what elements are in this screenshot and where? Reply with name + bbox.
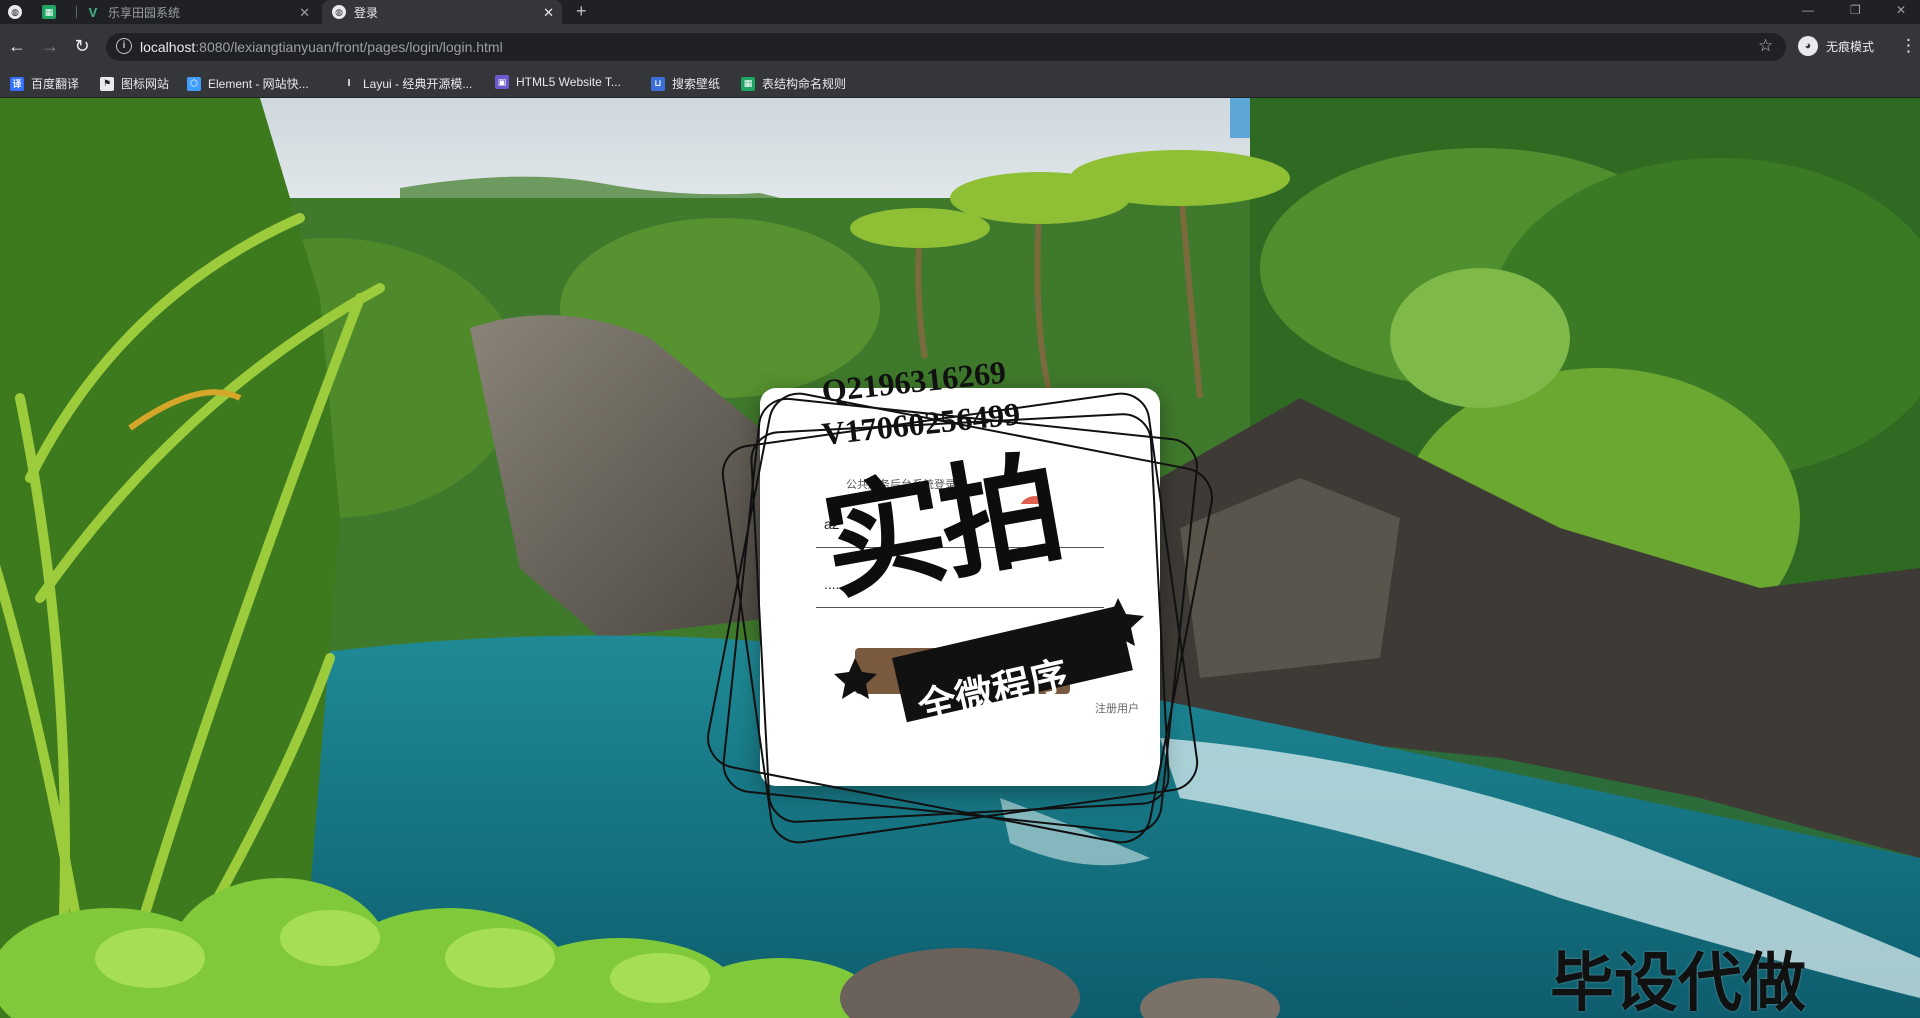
- bookmark-label: 百度翻译: [31, 77, 80, 91]
- bookmark-label: Element - 网站快...: [208, 77, 309, 91]
- sheet-icon: ▦: [42, 5, 56, 19]
- iconfont-icon: ⚑: [100, 76, 114, 91]
- bookmark-table-naming[interactable]: ▦ 表结构命名规则: [741, 75, 846, 92]
- tab-lexiang[interactable]: V 乐享田园系统 ✕: [86, 0, 318, 24]
- bookmark-layui[interactable]: ⅼ Layui - 经典开源模...: [342, 75, 472, 92]
- element-icon: ⬡: [187, 76, 201, 91]
- incognito-label: 无痕模式: [1826, 39, 1875, 54]
- bookmark-baidu-translate[interactable]: 译 百度翻译: [10, 75, 79, 92]
- bookmark-label: 搜索壁纸: [672, 77, 721, 91]
- window-close-icon[interactable]: ✕: [1896, 0, 1906, 24]
- html5-icon: ▣: [495, 75, 509, 89]
- register-link[interactable]: 注册用户: [1095, 700, 1139, 716]
- minimize-icon[interactable]: —: [1802, 0, 1814, 24]
- url-text[interactable]: localhost:8080/lexiangtianyuan/front/pag…: [140, 39, 503, 55]
- menu-kebab-icon[interactable]: ⋮: [1900, 36, 1917, 56]
- tab-title: 登录: [354, 5, 379, 20]
- bookmarks-bar: 译 百度翻译 ⚑ 图标网站 ⬡ Element - 网站快... ⅼ Layui…: [0, 70, 1920, 98]
- tab-pinned-2[interactable]: ▦: [42, 0, 72, 24]
- info-icon[interactable]: i: [116, 38, 132, 54]
- username-field[interactable]: [816, 504, 1104, 548]
- incognito-icon: ◕: [1798, 36, 1818, 56]
- vue-icon: V: [88, 4, 98, 20]
- url-path: :8080/lexiangtianyuan/front/pages/login/…: [195, 39, 503, 55]
- login-button[interactable]: 登录: [855, 648, 1070, 694]
- url-host: localhost: [140, 39, 196, 55]
- bookmark-element[interactable]: ⬡ Element - 网站快...: [187, 75, 309, 92]
- username-input[interactable]: [824, 516, 1084, 532]
- bookmark-html5[interactable]: ▣ HTML5 Website T...: [495, 75, 621, 89]
- login-page: 公共服务后台系统登录 登录 注册用户 Q2196316269 V17060256…: [0, 98, 1920, 1018]
- baidu-translate-icon: 译: [10, 76, 24, 91]
- sheet-icon: ▦: [741, 76, 755, 91]
- bookmark-label: Layui - 经典开源模...: [363, 77, 473, 91]
- close-icon[interactable]: ✕: [543, 5, 554, 21]
- incognito-indicator[interactable]: ◕ 无痕模式: [1798, 36, 1874, 56]
- close-icon[interactable]: ✕: [299, 5, 310, 21]
- tab-separator: [76, 6, 77, 18]
- new-tab-button[interactable]: +: [576, 0, 587, 24]
- forward-icon[interactable]: →: [39, 35, 61, 57]
- bookmark-label: HTML5 Website T...: [516, 75, 621, 89]
- tab-title: 乐享田园系统: [108, 5, 181, 20]
- login-title: 公共服务后台系统登录: [846, 479, 956, 491]
- wallpaper-icon: ⊔: [651, 76, 665, 91]
- globe-icon: ◍: [8, 5, 22, 19]
- tab-login[interactable]: ◍ 登录 ✕: [322, 0, 562, 24]
- globe-icon: ◍: [332, 5, 346, 19]
- login-card: 公共服务后台系统登录 登录 注册用户: [760, 388, 1160, 786]
- tab-strip: ◍ ▦ V 乐享田园系统 ✕ ◍ 登录 ✕ + — ❐ ✕: [0, 0, 1920, 24]
- password-field[interactable]: [816, 564, 1104, 608]
- layui-icon: ⅼ: [342, 76, 356, 91]
- bookmark-star-icon[interactable]: ☆: [1758, 36, 1773, 56]
- bookmark-wallpaper[interactable]: ⊔ 搜索壁纸: [651, 75, 720, 92]
- back-icon[interactable]: ←: [6, 35, 28, 57]
- reload-icon[interactable]: ↻: [71, 35, 93, 57]
- bookmark-icon-site[interactable]: ⚑ 图标网站: [100, 75, 169, 92]
- bookmark-label: 表结构命名规则: [762, 77, 847, 91]
- tab-pinned-1[interactable]: ◍: [8, 0, 38, 24]
- restore-icon[interactable]: ❐: [1850, 0, 1861, 24]
- password-input[interactable]: [824, 576, 1084, 592]
- bookmark-label: 图标网站: [121, 77, 170, 91]
